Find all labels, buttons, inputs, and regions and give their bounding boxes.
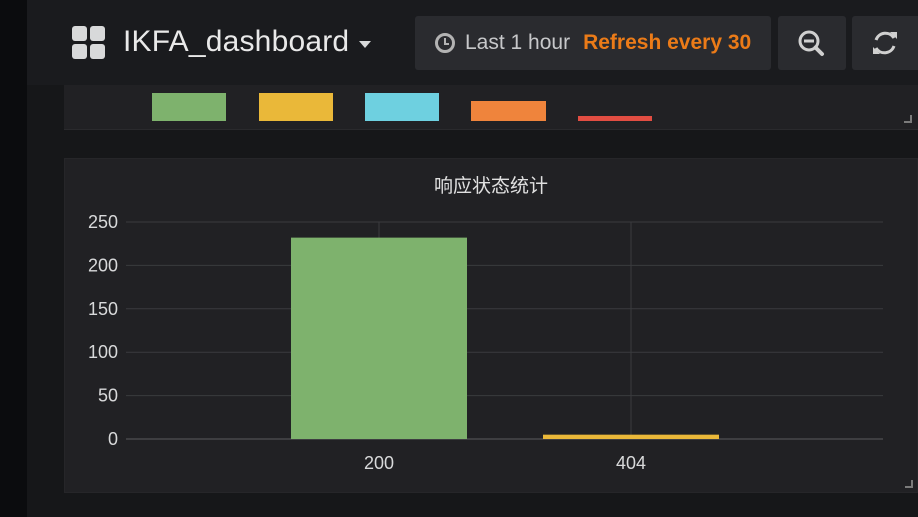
bar-chart: 0 50 100 150 200 250 200 404 — [88, 212, 883, 473]
chevron-down-icon — [359, 40, 372, 48]
refresh-interval-label: Refresh every 30 — [583, 31, 752, 54]
legend-swatch-5 — [578, 116, 652, 121]
legend-swatch-2 — [259, 93, 333, 121]
y-tick-label: 200 — [88, 255, 118, 275]
zoom-out-button[interactable] — [778, 16, 846, 70]
chart-panel: 响应状态统计 0 50 100 150 200 250 200 404 — [64, 158, 918, 493]
time-range-label: Last 1 hour — [465, 31, 571, 54]
legend-swatch-4 — [471, 101, 546, 121]
legend-panel — [64, 85, 918, 130]
time-picker-button[interactable]: Last 1 hour Refresh every 30 — [415, 16, 771, 70]
y-tick-label: 100 — [88, 342, 118, 362]
bar-404 — [543, 434, 719, 439]
dashboard-picker[interactable]: IKFA_dashboard — [72, 20, 372, 64]
legend-swatch-3 — [365, 93, 439, 121]
clock-icon — [435, 33, 455, 53]
panel-resize-handle[interactable] — [904, 115, 912, 123]
y-tick-label: 50 — [98, 386, 118, 406]
refresh-button[interactable] — [852, 16, 918, 70]
bar-200 — [291, 237, 467, 439]
legend-swatch-1 — [152, 93, 226, 121]
y-tick-label: 150 — [88, 299, 118, 319]
y-tick-label: 250 — [88, 212, 118, 232]
panel-resize-handle[interactable] — [905, 480, 913, 488]
zoom-out-icon — [798, 30, 824, 56]
grid-icon — [72, 25, 105, 59]
x-tick-label: 200 — [364, 453, 394, 473]
dashboard-screen: IKFA_dashboard Last 1 hour Refresh every… — [0, 0, 918, 517]
dashboard-title: IKFA_dashboard — [123, 25, 350, 58]
refresh-icon — [873, 31, 897, 55]
y-tick-label: 0 — [108, 429, 118, 449]
x-tick-label: 404 — [616, 453, 646, 473]
side-menu-strip — [0, 0, 27, 517]
